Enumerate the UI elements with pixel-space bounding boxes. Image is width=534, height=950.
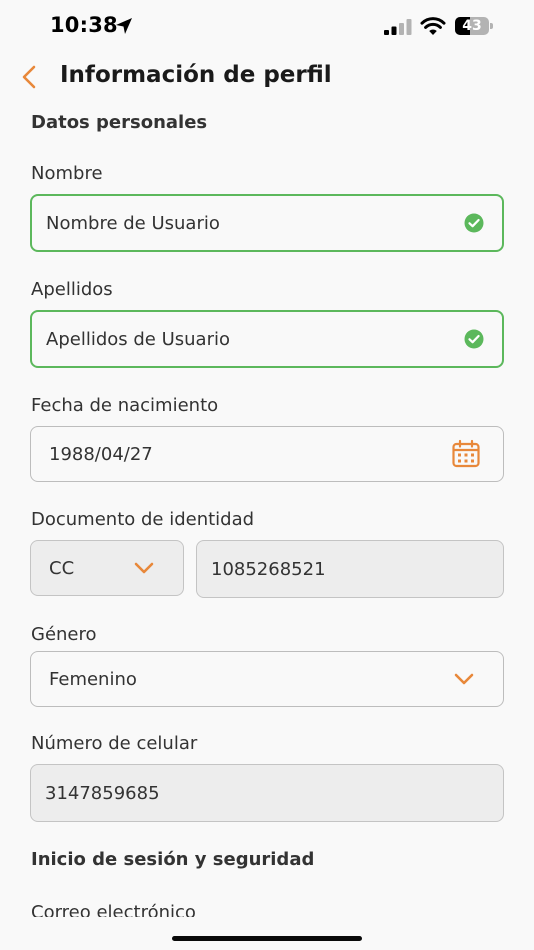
nombre-label: Nombre xyxy=(31,163,103,184)
chevron-down-icon xyxy=(454,673,474,685)
apellidos-label: Apellidos xyxy=(31,279,113,300)
document-number-value: 1085268521 xyxy=(211,558,326,580)
battery-level: 43 xyxy=(462,18,482,34)
genero-label: Género xyxy=(31,624,97,645)
profile-screen: 10:38 43 Información de perfil Datos per xyxy=(0,0,534,950)
battery-indicator: 43 xyxy=(455,17,493,35)
status-time: 10:38 xyxy=(50,13,118,37)
check-circle-icon xyxy=(464,213,484,233)
home-indicator[interactable] xyxy=(172,936,362,941)
status-bar: 10:38 43 xyxy=(0,0,534,52)
calendar-icon[interactable] xyxy=(451,439,481,469)
bottom-safe-area xyxy=(0,917,534,950)
check-circle-icon xyxy=(464,329,484,349)
documento-label: Documento de identidad xyxy=(31,509,255,530)
section-title-personal: Datos personales xyxy=(31,112,208,133)
page-title: Información de perfil xyxy=(60,62,332,88)
genero-select[interactable]: Femenino xyxy=(30,651,504,707)
section-title-login: Inicio de sesión y seguridad xyxy=(31,849,315,870)
apellidos-field[interactable]: Apellidos de Usuario xyxy=(30,310,504,368)
fecha-label: Fecha de nacimiento xyxy=(31,395,219,416)
fecha-value: 1988/04/27 xyxy=(49,443,153,465)
celular-label: Número de celular xyxy=(31,733,198,754)
chevron-down-icon xyxy=(134,562,154,574)
celular-field[interactable]: 3147859685 xyxy=(30,764,504,822)
document-number-field[interactable]: 1085268521 xyxy=(196,540,504,598)
nombre-field[interactable]: Nombre de Usuario xyxy=(30,194,504,252)
location-arrow-icon xyxy=(116,18,132,34)
fecha-field[interactable]: 1988/04/27 xyxy=(30,426,504,482)
nombre-value: Nombre de Usuario xyxy=(46,212,220,234)
celular-value: 3147859685 xyxy=(45,782,160,804)
genero-value: Femenino xyxy=(49,668,137,690)
document-type-select[interactable]: CC xyxy=(30,540,184,596)
cellular-signal-icon xyxy=(384,19,412,35)
wifi-icon xyxy=(420,17,446,35)
document-type-value: CC xyxy=(49,557,75,579)
apellidos-value: Apellidos de Usuario xyxy=(46,328,230,350)
chevron-left-icon[interactable] xyxy=(14,62,44,92)
